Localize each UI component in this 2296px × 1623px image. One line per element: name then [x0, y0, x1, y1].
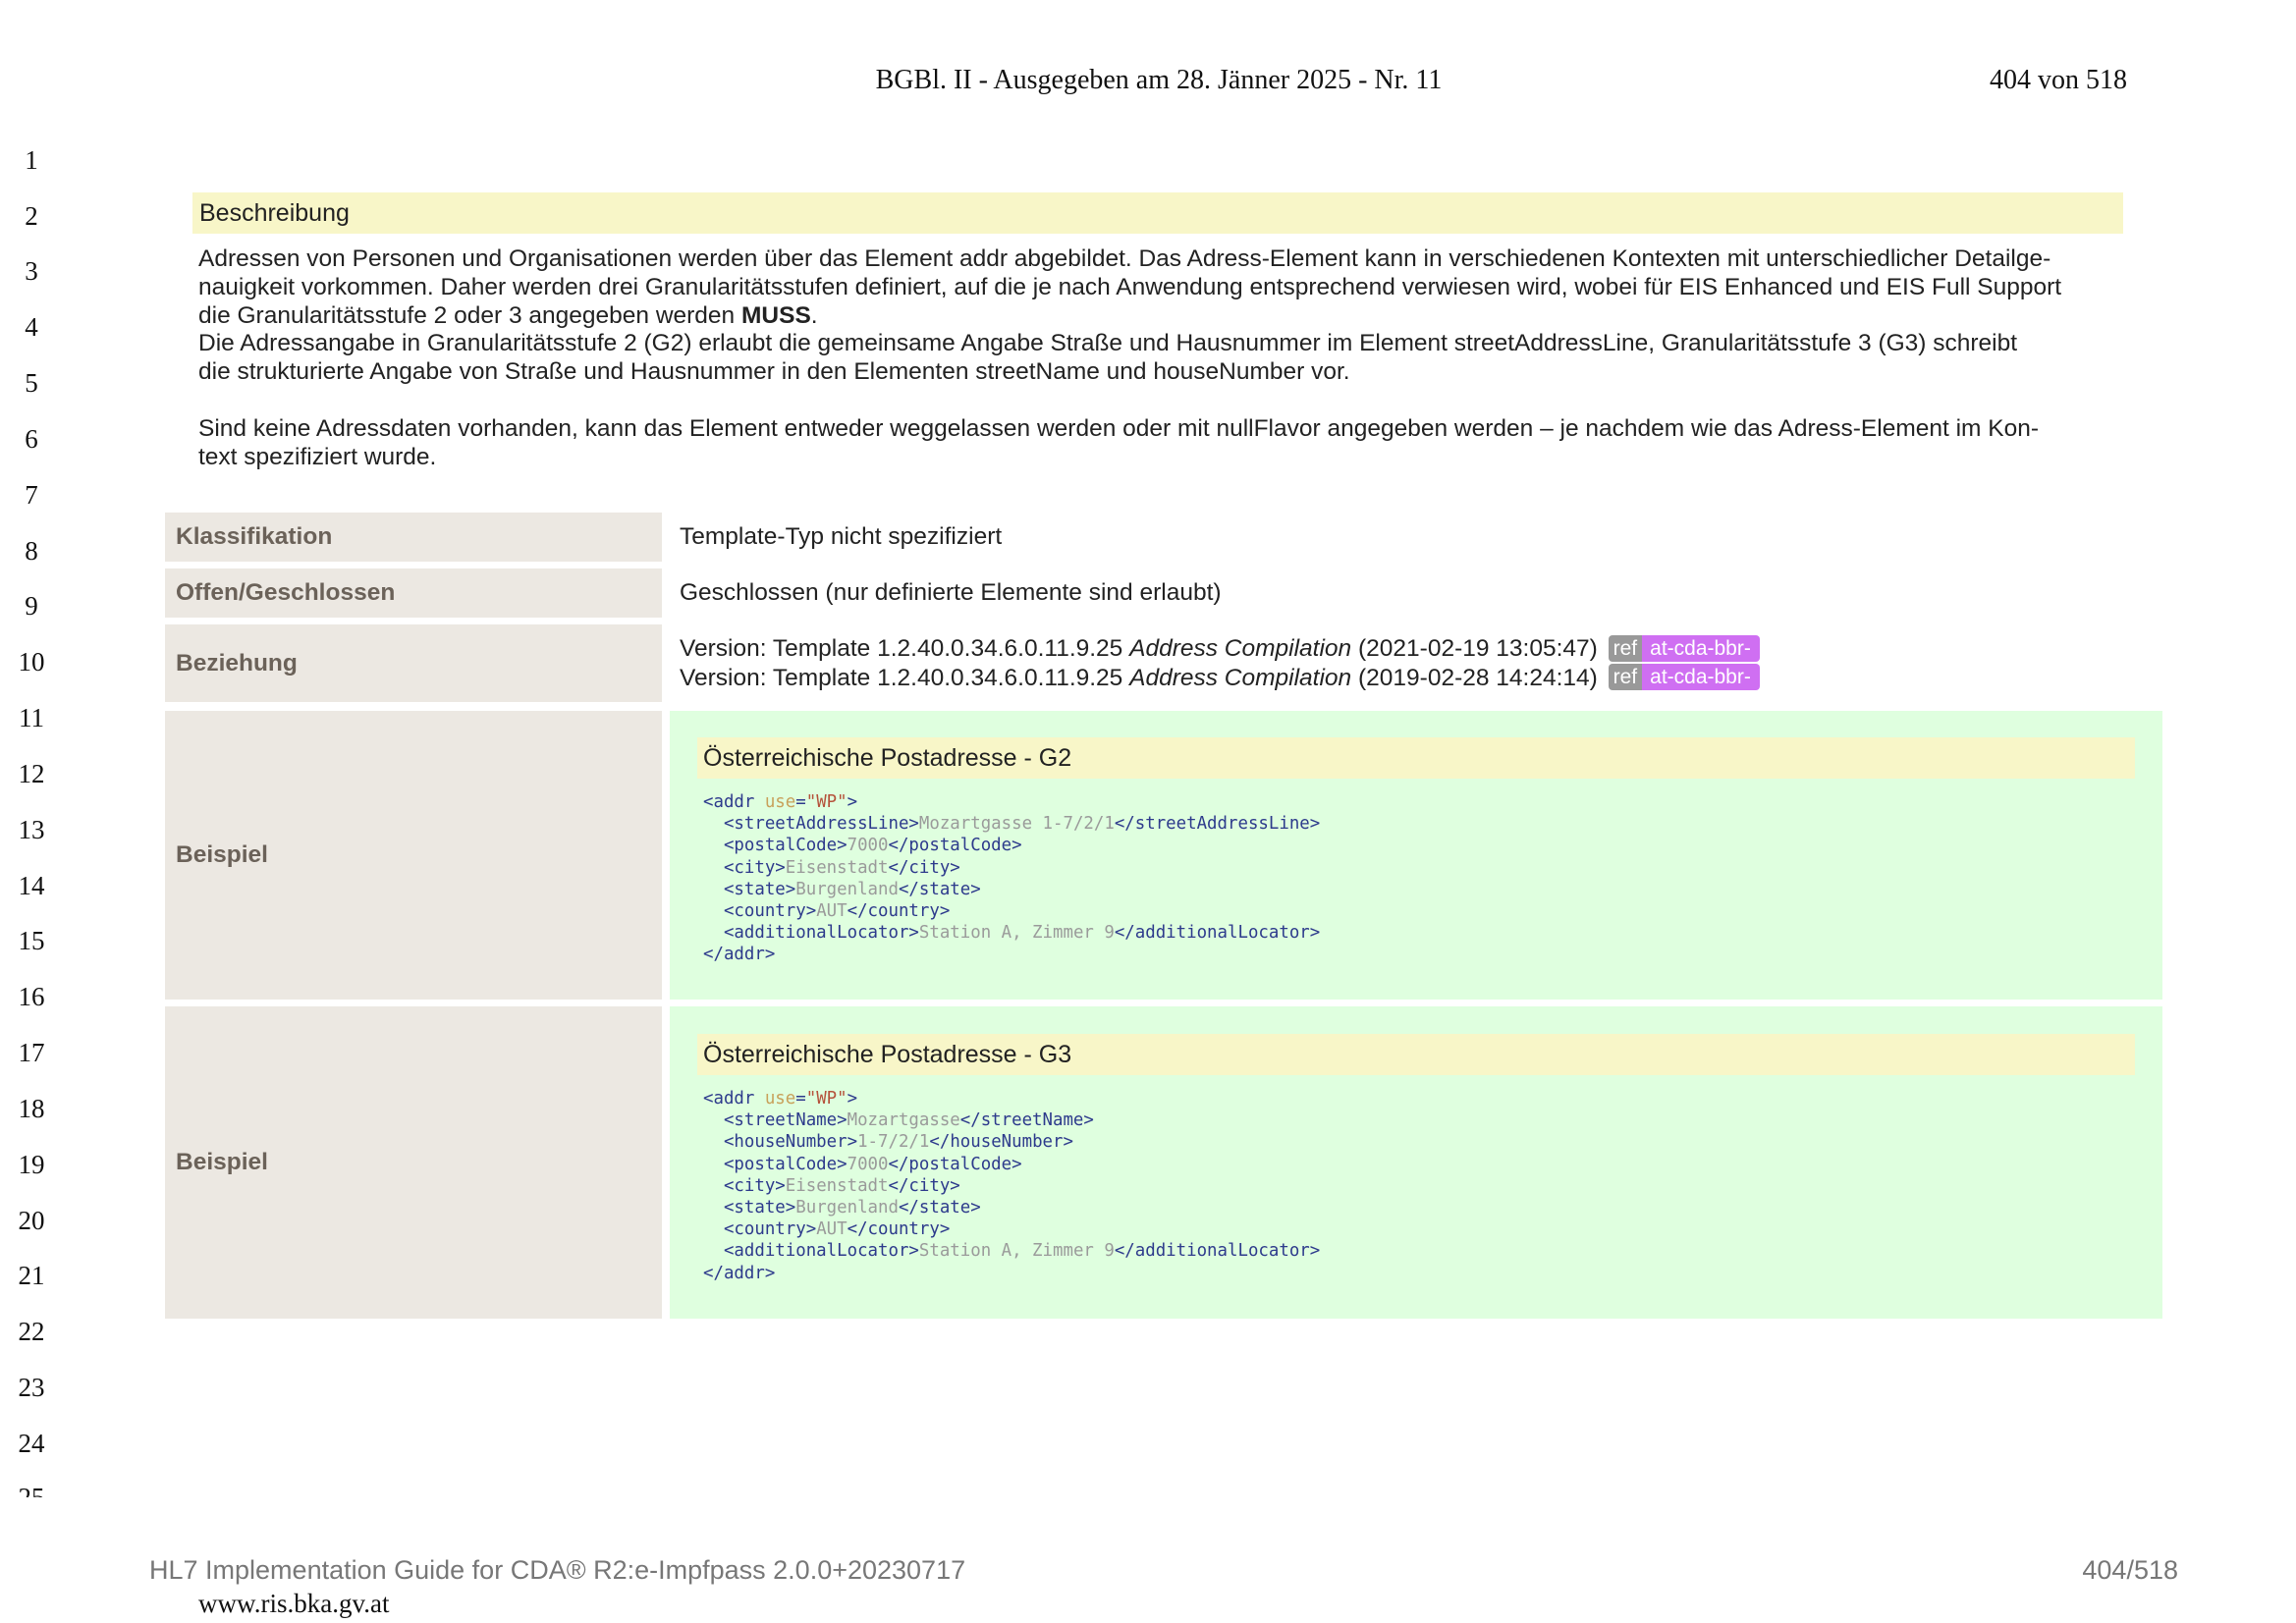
version-prefix: Version: Template 1.2.40.0.34.6.0.11.9.2…	[680, 635, 1130, 663]
line-number: 1	[25, 145, 38, 175]
example-g2: Österreichische Postadresse - G2 <addr u…	[670, 711, 2162, 1000]
line-number: 15	[18, 926, 45, 955]
example-g3: Österreichische Postadresse - G3 <addr u…	[670, 1006, 2162, 1319]
line-number: 13	[18, 815, 45, 844]
line-number: 8	[25, 536, 38, 566]
line-number: 21	[18, 1261, 45, 1290]
version-prefix: Version: Template 1.2.40.0.34.6.0.11.9.2…	[680, 664, 1130, 691]
ref-label: ref	[1608, 663, 1643, 690]
klassifikation-value: Template-Typ nicht spezifiziert	[670, 513, 2162, 562]
gazette-header-page: 404 von 518	[1990, 65, 2127, 95]
line-number: 14	[18, 871, 45, 900]
description-line: text spezifiziert wurde.	[198, 443, 437, 470]
line-number: 24	[18, 1429, 45, 1458]
beziehung-value: Version: Template 1.2.40.0.34.6.0.11.9.2…	[670, 624, 2162, 702]
template-name: Address Compilation	[1129, 635, 1352, 663]
relationship-version: Version: Template 1.2.40.0.34.6.0.11.9.2…	[680, 634, 2162, 663]
description-body: Adressen von Personen und Organisationen…	[198, 245, 2123, 471]
line-number: 25	[18, 1483, 45, 1497]
beispiel-label: Beispiel	[165, 1006, 662, 1319]
line-number: 23	[18, 1373, 45, 1402]
line-number: 20	[18, 1206, 45, 1235]
offen-geschlossen-text: Geschlossen (nur definierte Elemente sin…	[680, 579, 1222, 606]
line-number: 3	[25, 256, 38, 286]
template-ref-badge[interactable]: ref at-cda-bbr-	[1608, 634, 1760, 662]
line-number: 5	[25, 368, 38, 398]
description-line: die Granularitätsstufe 2 oder 3 angegebe…	[198, 302, 2123, 331]
description-text: .	[810, 301, 818, 329]
example-title: Österreichische Postadresse - G3	[697, 1034, 2135, 1075]
description-line: Die Adressangabe in Granularitätsstufe 2…	[198, 330, 2018, 357]
ref-label: ref	[1608, 634, 1643, 662]
line-number: 6	[25, 424, 38, 454]
gazette-header-title: BGBl. II - Ausgegeben am 28. Jänner 2025…	[875, 65, 1443, 95]
line-number: 17	[18, 1038, 45, 1067]
example-title: Österreichische Postadresse - G2	[697, 737, 2135, 779]
line-number: 7	[25, 480, 38, 510]
beziehung-label: Beziehung	[165, 624, 662, 702]
version-date: (2019-02-28 14:24:14)	[1351, 664, 1598, 691]
description-text: die Granularitätsstufe 2 oder 3 angegebe…	[198, 301, 741, 329]
ref-name: at-cda-bbr-	[1642, 634, 1760, 662]
ref-name: at-cda-bbr-	[1642, 663, 1760, 690]
line-number: 18	[18, 1094, 45, 1123]
klassifikation-label: Klassifikation	[165, 513, 662, 562]
line-number: 4	[25, 312, 38, 342]
description-line: nauigkeit vorkommen. Daher werden drei G…	[198, 273, 2062, 300]
example-code-g3: <addr use="WP"> <streetName>Mozartgasse<…	[703, 1089, 1321, 1283]
line-number: 19	[18, 1150, 45, 1179]
offen-geschlossen-label: Offen/Geschlossen	[165, 568, 662, 618]
beispiel-label: Beispiel	[165, 711, 662, 1000]
line-number: 22	[18, 1317, 45, 1346]
line-number: 12	[18, 759, 45, 788]
line-numbers: 1 2 3 4 5 6 7 8 9 10 11 12 13 14 15 16 1…	[0, 0, 79, 1497]
relationship-version: Version: Template 1.2.40.0.34.6.0.11.9.2…	[680, 663, 2162, 692]
line-number: 16	[18, 982, 45, 1011]
version-date: (2021-02-19 13:05:47)	[1351, 635, 1598, 663]
line-number: 11	[19, 703, 44, 732]
footer-guide-title: HL7 Implementation Guide for CDA® R2:e-I…	[149, 1555, 966, 1585]
line-number: 9	[25, 591, 38, 621]
description-line: die strukturierte Angabe von Straße und …	[198, 358, 1350, 386]
offen-geschlossen-value: Geschlossen (nur definierte Elemente sin…	[670, 568, 2162, 618]
description-line: Adressen von Personen und Organisationen…	[198, 245, 2051, 272]
line-number: 10	[18, 647, 45, 676]
footer-page-number: 404/518	[2082, 1555, 2178, 1585]
klassifikation-text: Template-Typ nicht spezifiziert	[680, 523, 1003, 550]
footer-url[interactable]: www.ris.bka.gv.at	[198, 1589, 389, 1619]
example-code-g2: <addr use="WP"> <streetAddressLine>Mozar…	[703, 792, 1321, 965]
line-number: 2	[25, 201, 38, 231]
template-name: Address Compilation	[1129, 664, 1352, 691]
description-heading: Beschreibung	[192, 192, 2123, 234]
description-line: Sind keine Adressdaten vorhanden, kann d…	[198, 414, 2039, 442]
template-ref-badge[interactable]: ref at-cda-bbr-	[1608, 663, 1760, 690]
description-emphasis: MUSS	[741, 301, 811, 329]
